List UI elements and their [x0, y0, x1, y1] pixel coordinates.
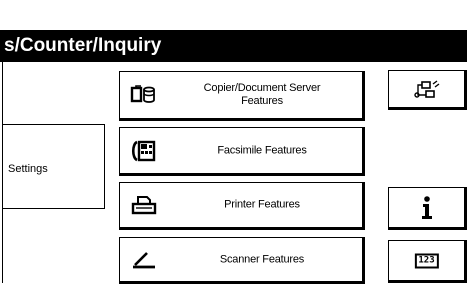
network-connection-button[interactable]	[388, 70, 467, 110]
page-title: s/Counter/Inquiry	[4, 35, 162, 56]
copier-document-server-label: Copier/Document Server Features	[203, 82, 321, 107]
network-connection-icon	[413, 80, 439, 98]
copier-document-server-button[interactable]: Copier/Document Server Features	[119, 71, 365, 121]
title-bar: s/Counter/Inquiry	[0, 30, 467, 62]
copier-icon	[130, 85, 155, 103]
facsimile-features-label: Facsimile Features	[217, 144, 307, 156]
printer-icon	[131, 196, 157, 215]
info-icon	[421, 195, 432, 219]
counter-icon: 123	[414, 253, 439, 268]
left-border	[2, 62, 3, 283]
scanner-icon	[133, 251, 155, 268]
printer-features-label: Printer Features	[224, 198, 300, 211]
settings-top-divider	[2, 124, 105, 125]
facsimile-features-button[interactable]: Facsimile Features	[119, 127, 365, 176]
settings-label[interactable]: Settings	[8, 163, 48, 175]
facsimile-icon	[131, 140, 156, 161]
top-strip	[0, 0, 467, 30]
settings-bottom-divider	[2, 208, 105, 209]
scanner-features-button[interactable]: Scanner Features	[119, 237, 365, 284]
settings-right-border	[104, 124, 105, 209]
printer-features-button[interactable]: Printer Features	[119, 182, 365, 230]
counter-button[interactable]: 123	[388, 240, 467, 283]
info-button[interactable]	[388, 187, 467, 230]
scanner-features-label: Scanner Features	[219, 253, 305, 265]
